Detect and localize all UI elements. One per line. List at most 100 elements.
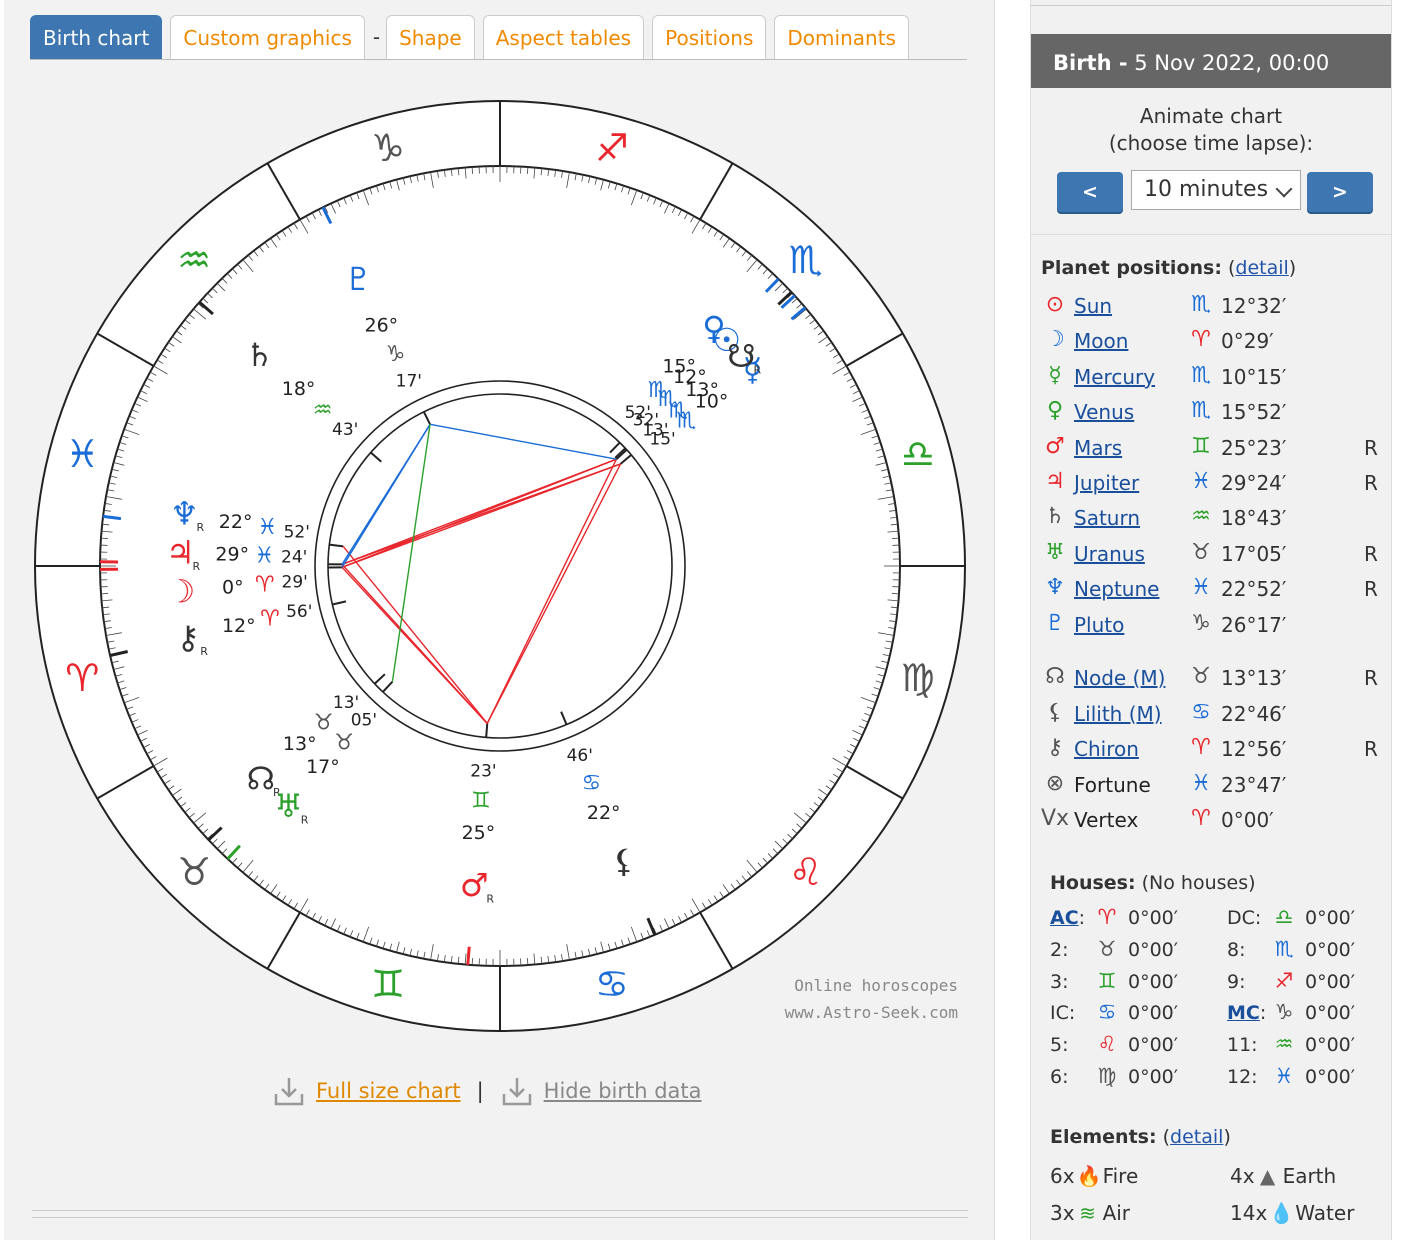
lilith-sign-icon: ♋ bbox=[581, 771, 601, 796]
element-label: Air bbox=[1102, 1201, 1131, 1225]
next-time-button[interactable]: > bbox=[1307, 172, 1373, 212]
tab-shape[interactable]: Shape bbox=[386, 15, 475, 59]
planet-name: Mars bbox=[1074, 436, 1122, 460]
planet-degree: 0°00′ bbox=[1221, 808, 1274, 833]
tab-aspect-tables[interactable]: Aspect tables bbox=[482, 15, 645, 59]
element-label: Earth bbox=[1282, 1164, 1337, 1188]
planet-name: Uranus bbox=[1074, 542, 1145, 566]
planet-link-neptune[interactable]: Neptune bbox=[1074, 577, 1159, 601]
planet-link-mercury[interactable]: Mercury bbox=[1074, 365, 1155, 389]
tab-dominants[interactable]: Dominants bbox=[774, 15, 909, 59]
chiron-minutes: 56' bbox=[286, 602, 312, 622]
retrograde-marker: R bbox=[1364, 435, 1378, 460]
planet-row-mercury: ☿ Mercury ♏ 10°15′ bbox=[1041, 363, 1381, 393]
planet-link-saturn[interactable]: Saturn bbox=[1074, 506, 1140, 530]
sign-icon: ♒ bbox=[1191, 504, 1211, 530]
sign-icon: ♈ bbox=[1097, 905, 1117, 929]
neptune-degree: 22° bbox=[219, 511, 253, 533]
planet-link-lilith-m[interactable]: Lilith (M) bbox=[1074, 702, 1162, 726]
house-link-ac[interactable]: AC bbox=[1050, 907, 1079, 929]
south-node-minutes: 13' bbox=[642, 421, 668, 441]
planet-name: Neptune bbox=[1074, 577, 1159, 601]
full-size-chart-link[interactable]: Full size chart bbox=[316, 1079, 461, 1103]
planet-name: Moon bbox=[1074, 329, 1128, 353]
retrograde-marker: R bbox=[1364, 737, 1378, 762]
zodiac-cancer-icon: ♋ bbox=[595, 962, 629, 1006]
planet-link-venus[interactable]: Venus bbox=[1074, 400, 1134, 424]
moon-sign-icon: ♈ bbox=[255, 572, 275, 597]
vertex-icon: Vx bbox=[1041, 806, 1070, 832]
planet-row-lilith-m: ⚸ Lilith (M) ♋ 22°46′ bbox=[1041, 700, 1381, 730]
houses-title: Houses: (No houses) bbox=[1050, 872, 1256, 894]
tabs-underline bbox=[30, 59, 967, 60]
tab-birth-chart[interactable]: Birth chart bbox=[30, 15, 163, 59]
tab-positions[interactable]: Positions bbox=[652, 15, 767, 59]
element-row-earth: 4x ▲ Earth bbox=[1230, 1164, 1336, 1194]
sign-icon: ♑ bbox=[1191, 610, 1211, 636]
planet-link-mars[interactable]: Mars bbox=[1074, 436, 1122, 460]
sign-icon: ♊ bbox=[1097, 968, 1117, 993]
house-degree: 0°00′ bbox=[1305, 1066, 1356, 1088]
house-label: AC: bbox=[1050, 907, 1086, 929]
house-label: 5: bbox=[1050, 1034, 1069, 1057]
zodiac-leo-icon: ♌ bbox=[789, 850, 823, 894]
planet-link-uranus[interactable]: Uranus bbox=[1074, 542, 1145, 566]
element-count: 4x bbox=[1230, 1164, 1255, 1188]
time-lapse-select[interactable]: 10 minutes bbox=[1131, 170, 1301, 210]
elements-label: Elements: bbox=[1050, 1126, 1157, 1148]
neptune-minutes: 52' bbox=[284, 522, 310, 542]
house-label: MC: bbox=[1227, 1002, 1267, 1025]
sign-icon: ♒ bbox=[1274, 1032, 1294, 1057]
house-link-mc[interactable]: MC bbox=[1227, 1002, 1260, 1024]
watermark: Online horoscopes www.Astro-Seek.com bbox=[740, 972, 958, 1026]
neptune-icon: ♆ bbox=[170, 495, 199, 533]
sign-icon: ♏ bbox=[1191, 292, 1211, 317]
planet-link-moon[interactable]: Moon bbox=[1074, 329, 1128, 353]
planet-link-chiron[interactable]: Chiron bbox=[1074, 737, 1139, 761]
uranus-icon: ♅ bbox=[274, 787, 303, 825]
houses-label: Houses: bbox=[1050, 872, 1136, 894]
animate-chart-label: Animate chart (choose time lapse): bbox=[1031, 103, 1391, 157]
planet-link-node-m[interactable]: Node (M) bbox=[1074, 666, 1165, 690]
elements-detail-link[interactable]: detail bbox=[1170, 1126, 1223, 1148]
planet-degree: 18°43′ bbox=[1221, 506, 1287, 531]
retrograde-marker: R bbox=[486, 892, 494, 905]
planet-link-jupiter[interactable]: Jupiter bbox=[1074, 471, 1139, 495]
sign-icon: ♋ bbox=[1191, 699, 1211, 725]
tab-custom-graphics[interactable]: Custom graphics bbox=[170, 15, 365, 59]
mars-sign-icon: ♊ bbox=[471, 789, 491, 814]
planet-name: Venus bbox=[1074, 400, 1134, 424]
sign-icon: ♏ bbox=[1191, 398, 1211, 424]
planet-degree: 22°46′ bbox=[1221, 701, 1287, 726]
pluto-icon: ♇ bbox=[344, 260, 373, 298]
natal-chart-wheel[interactable]: ♈♉♊ ♋♌♍♎♏♐♑♒♓☽ 0° ♈ 29'⚷ R12° ♈ 56'☊R13°♉13'♅R1… bbox=[30, 96, 970, 1036]
birth-date: 5 Nov 2022, 00:00 bbox=[1134, 51, 1330, 75]
prev-time-button[interactable]: < bbox=[1057, 172, 1123, 212]
planet-name: Jupiter bbox=[1074, 471, 1139, 495]
uranus-degree: 17° bbox=[306, 756, 340, 778]
planet-detail-link[interactable]: detail bbox=[1235, 257, 1288, 279]
pluto-degree: 26° bbox=[364, 315, 398, 337]
planet-link-sun[interactable]: Sun bbox=[1074, 294, 1112, 318]
saturn-degree: 18° bbox=[282, 378, 316, 400]
planet-name: Saturn bbox=[1074, 506, 1140, 530]
hide-birth-data-link[interactable]: Hide birth data bbox=[544, 1079, 702, 1103]
chart-links: Full size chart | Hide birth data bbox=[272, 1074, 702, 1108]
planet-row-vertex: Vx Vertex ♈ 0°00′ bbox=[1041, 806, 1381, 836]
retrograde-marker: R bbox=[1364, 541, 1378, 566]
planet-link-pluto[interactable]: Pluto bbox=[1074, 613, 1124, 637]
sign-icon: ♉ bbox=[1097, 936, 1117, 961]
sign-icon: ♑ bbox=[1274, 1000, 1294, 1025]
lilith-minutes: 46' bbox=[567, 746, 593, 766]
jupiter-degree: 29° bbox=[215, 544, 249, 566]
zodiac-taurus-icon: ♉ bbox=[177, 850, 211, 894]
venus-sign-icon: ♏ bbox=[648, 378, 668, 403]
retrograde-marker: R bbox=[754, 363, 762, 376]
planet-degree: 12°56′ bbox=[1221, 737, 1287, 762]
jupiter-sign-icon: ♓ bbox=[254, 544, 274, 569]
sign-icon: ♊ bbox=[1191, 433, 1211, 459]
planet-degree: 26°17′ bbox=[1221, 612, 1287, 637]
planet-name: Mercury bbox=[1074, 365, 1155, 389]
node-m-icon: ☊ bbox=[1045, 664, 1065, 689]
birth-label: Birth - bbox=[1053, 51, 1128, 75]
